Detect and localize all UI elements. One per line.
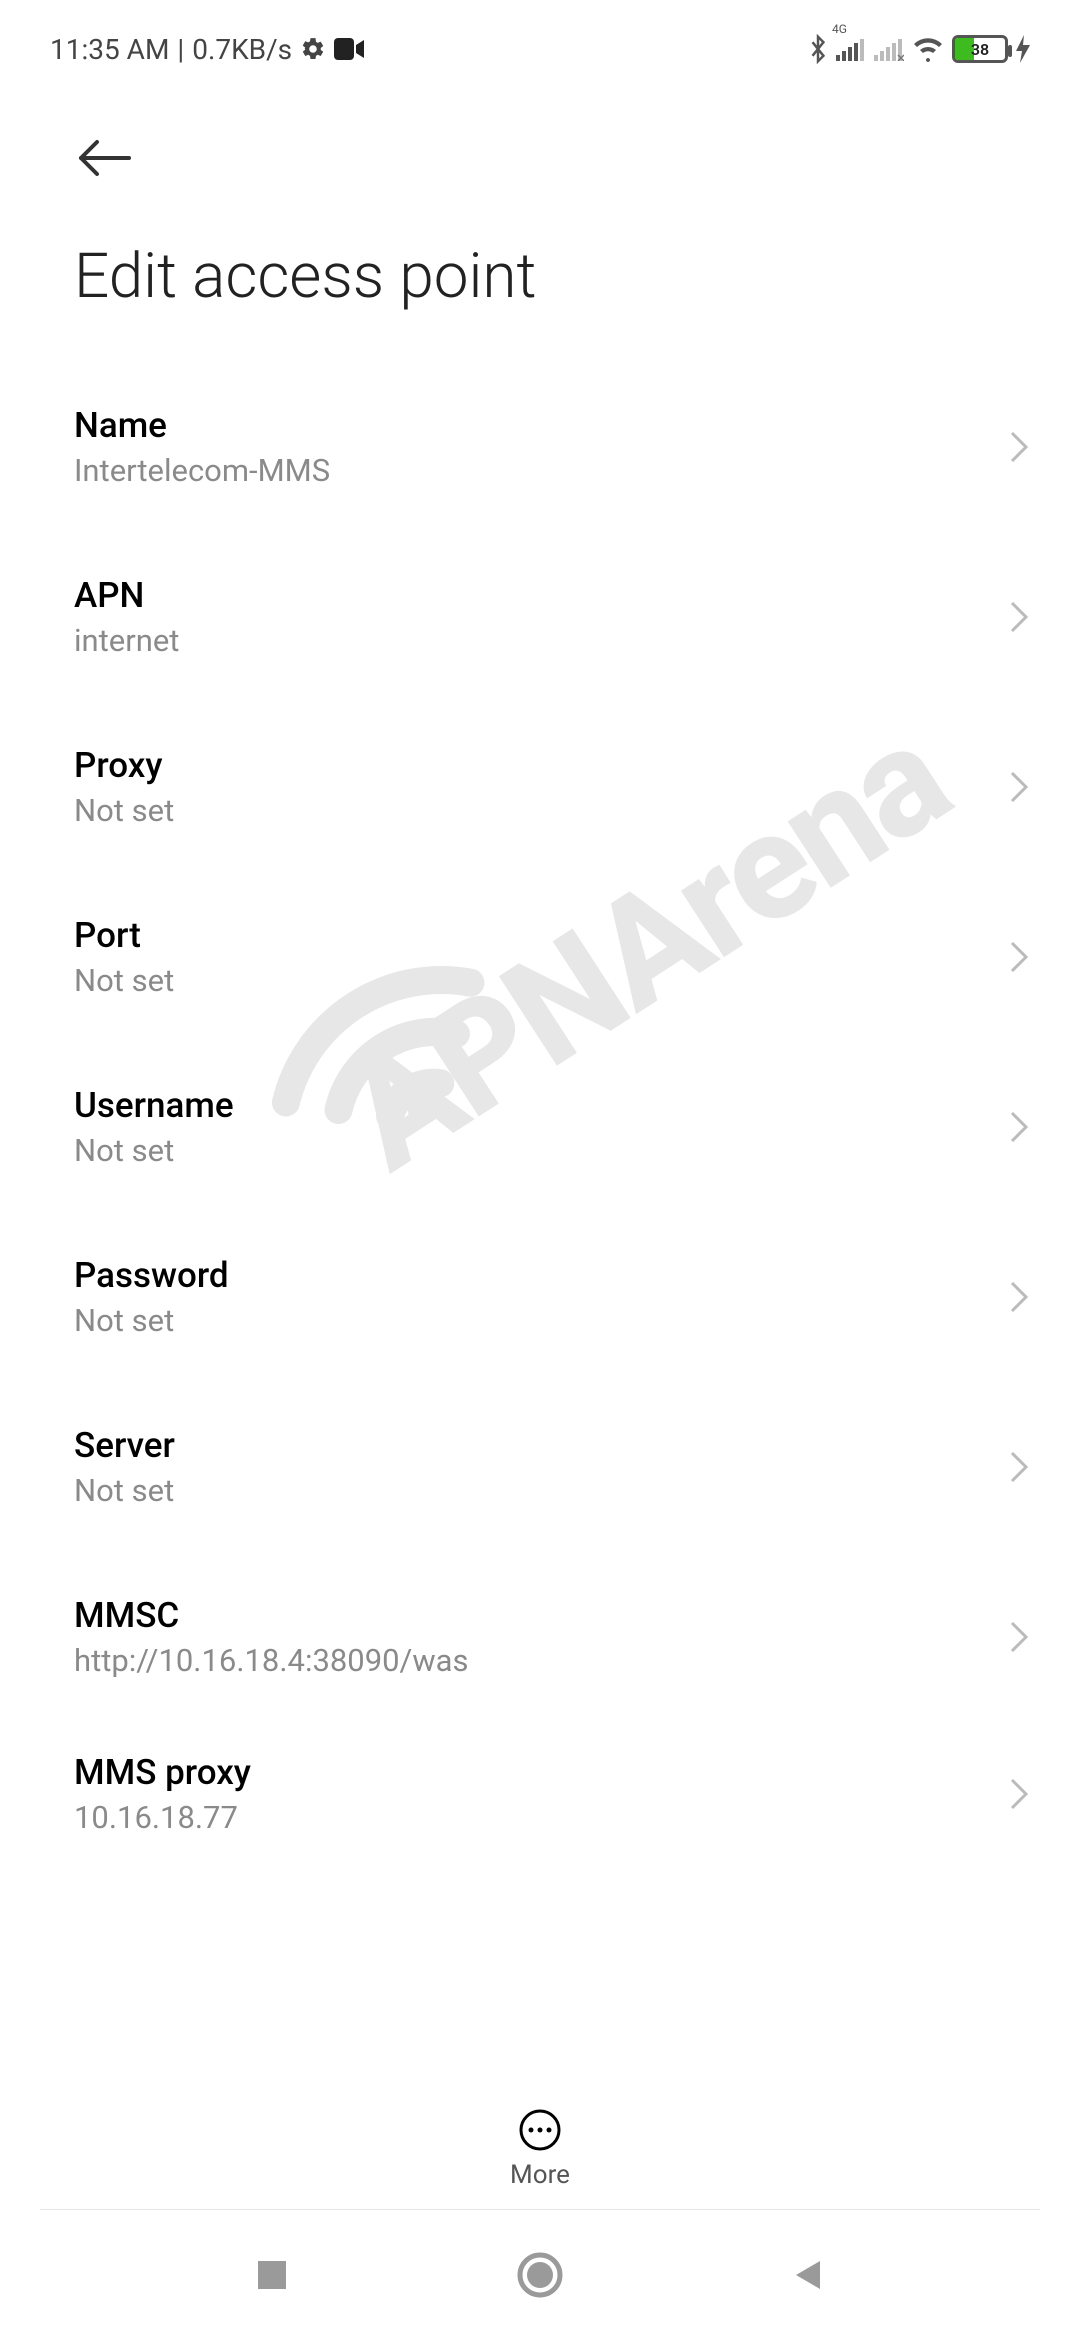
status-time: 11:35 AM bbox=[50, 33, 169, 66]
row-label: Username bbox=[74, 1085, 1040, 1126]
row-mmsc[interactable]: MMSC http://10.16.18.4:38090/was bbox=[74, 1552, 1040, 1722]
row-label: Proxy bbox=[74, 745, 1040, 786]
row-label: Password bbox=[74, 1255, 1040, 1296]
row-value: internet bbox=[74, 622, 1040, 659]
status-net-speed: 0.7KB/s bbox=[192, 33, 292, 66]
nav-recent-button[interactable] bbox=[252, 2255, 292, 2299]
row-value: 10.16.18.77 bbox=[74, 1799, 1040, 1836]
charging-icon bbox=[1016, 35, 1030, 63]
status-left: 11:35 AM | 0.7KB/s bbox=[50, 33, 364, 66]
row-label: Port bbox=[74, 915, 1040, 956]
battery-indicator: 38 bbox=[952, 35, 1008, 63]
row-name[interactable]: Name Intertelecom-MMS bbox=[74, 362, 1040, 532]
circle-icon bbox=[516, 2251, 564, 2299]
chevron-right-icon bbox=[1008, 1776, 1030, 1812]
apn-settings-list: Name Intertelecom-MMS APN internet Proxy… bbox=[74, 362, 1040, 1866]
row-value: http://10.16.18.4:38090/was bbox=[74, 1642, 1040, 1679]
video-icon bbox=[334, 38, 364, 60]
row-port[interactable]: Port Not set bbox=[74, 872, 1040, 1042]
signal-4g: 4G bbox=[836, 37, 866, 61]
wifi-icon bbox=[912, 36, 944, 62]
row-value: Not set bbox=[74, 792, 1040, 829]
chevron-right-icon bbox=[1008, 599, 1030, 635]
more-icon bbox=[518, 2108, 562, 2152]
row-server[interactable]: Server Not set bbox=[74, 1382, 1040, 1552]
row-value: Intertelecom-MMS bbox=[74, 452, 1040, 489]
status-separator: | bbox=[177, 33, 184, 66]
row-apn[interactable]: APN internet bbox=[74, 532, 1040, 702]
more-label: More bbox=[510, 2160, 570, 2190]
back-button[interactable] bbox=[74, 128, 134, 188]
row-username[interactable]: Username Not set bbox=[74, 1042, 1040, 1212]
row-value: Not set bbox=[74, 1302, 1040, 1339]
chevron-right-icon bbox=[1008, 1449, 1030, 1485]
chevron-right-icon bbox=[1008, 769, 1030, 805]
chevron-right-icon bbox=[1008, 1619, 1030, 1655]
row-label: Server bbox=[74, 1425, 1040, 1466]
gear-icon bbox=[300, 36, 326, 62]
nav-back-button[interactable] bbox=[788, 2255, 828, 2299]
square-icon bbox=[252, 2255, 292, 2295]
row-mmsproxy[interactable]: MMS proxy 10.16.18.77 bbox=[74, 1722, 1040, 1866]
row-label: MMS proxy bbox=[74, 1752, 1040, 1793]
chevron-right-icon bbox=[1008, 939, 1030, 975]
row-label: MMSC bbox=[74, 1595, 1040, 1636]
signal-4g-label: 4G bbox=[832, 22, 847, 36]
nav-home-button[interactable] bbox=[516, 2251, 564, 2303]
system-nav-bar bbox=[0, 2232, 1080, 2322]
row-proxy[interactable]: Proxy Not set bbox=[74, 702, 1040, 872]
status-bar: 11:35 AM | 0.7KB/s 4G 38 bbox=[0, 24, 1080, 74]
chevron-right-icon bbox=[1008, 429, 1030, 465]
chevron-right-icon bbox=[1008, 1109, 1030, 1145]
row-password[interactable]: Password Not set bbox=[74, 1212, 1040, 1382]
arrow-left-icon bbox=[75, 138, 133, 178]
battery-percent: 38 bbox=[955, 40, 1005, 59]
status-right: 4G 38 bbox=[808, 34, 1030, 64]
row-label: Name bbox=[74, 405, 1040, 446]
chevron-right-icon bbox=[1008, 1279, 1030, 1315]
row-label: APN bbox=[74, 575, 1040, 616]
bottom-divider bbox=[40, 2209, 1040, 2210]
row-value: Not set bbox=[74, 962, 1040, 999]
more-button[interactable]: More bbox=[0, 2108, 1080, 2190]
signal-secondary bbox=[874, 37, 904, 61]
row-value: Not set bbox=[74, 1472, 1040, 1509]
bluetooth-icon bbox=[808, 34, 828, 64]
row-value: Not set bbox=[74, 1132, 1040, 1169]
triangle-left-icon bbox=[788, 2255, 828, 2295]
page-title: Edit access point bbox=[74, 240, 536, 313]
